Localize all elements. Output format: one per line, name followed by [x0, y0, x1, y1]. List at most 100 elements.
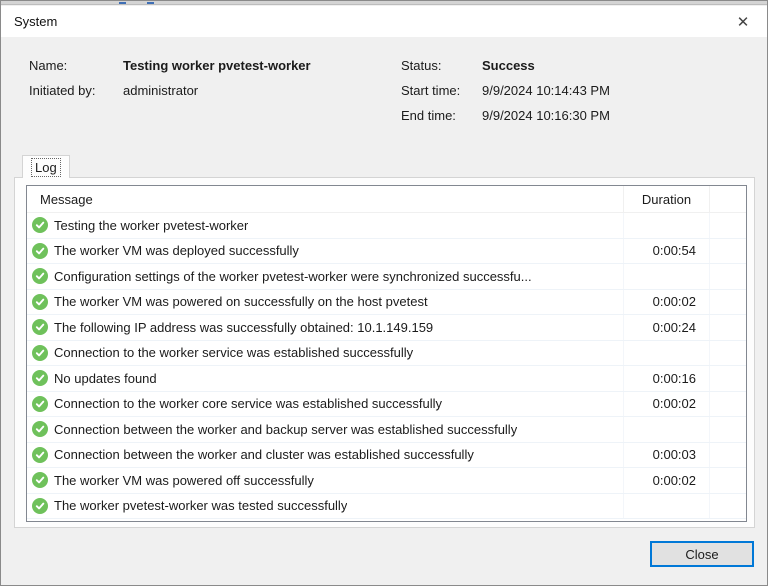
row-filler: [710, 290, 746, 315]
tab-log[interactable]: Log: [22, 155, 70, 178]
success-icon: [32, 345, 48, 361]
row-filler: [710, 239, 746, 264]
log-message: Configuration settings of the worker pve…: [54, 269, 532, 284]
close-icon[interactable]: ✕: [719, 6, 767, 37]
end-time-label: End time:: [401, 108, 456, 123]
message-cell: Configuration settings of the worker pve…: [27, 264, 624, 289]
success-icon: [32, 268, 48, 284]
row-filler: [710, 494, 746, 519]
log-duration: 0:00:16: [624, 366, 710, 391]
log-duration: 0:00:24: [624, 315, 710, 340]
table-row[interactable]: The worker pvetest-worker was tested suc…: [27, 494, 746, 520]
success-icon: [32, 421, 48, 437]
log-duration: [624, 417, 710, 442]
background-window-sliver: [1, 1, 767, 5]
session-summary: Name: Testing worker pvetest-worker Init…: [1, 37, 767, 147]
table-row[interactable]: Connection to the worker service was est…: [27, 341, 746, 367]
message-cell: Connection between the worker and backup…: [27, 417, 624, 442]
row-filler: [710, 366, 746, 391]
log-tab-page: Message Duration Testing the worker pvet…: [14, 177, 755, 528]
column-header-message[interactable]: Message: [27, 186, 624, 212]
table-row[interactable]: Connection between the worker and backup…: [27, 417, 746, 443]
log-message: The worker VM was powered on successfull…: [54, 294, 428, 309]
close-button[interactable]: Close: [650, 541, 754, 567]
message-cell: The worker VM was powered on successfull…: [27, 290, 624, 315]
name-value: Testing worker pvetest-worker: [123, 58, 311, 73]
message-cell: Connection to the worker core service wa…: [27, 392, 624, 417]
message-cell: Connection to the worker service was est…: [27, 341, 624, 366]
message-cell: The worker VM was deployed successfully: [27, 239, 624, 264]
success-icon: [32, 217, 48, 233]
success-icon: [32, 294, 48, 310]
row-filler: [710, 213, 746, 238]
log-message: Connection between the worker and cluste…: [54, 447, 474, 462]
log-message: Testing the worker pvetest-worker: [54, 218, 248, 233]
log-duration: [624, 494, 710, 519]
log-message: The worker VM was deployed successfully: [54, 243, 299, 258]
success-icon: [32, 396, 48, 412]
table-row[interactable]: The worker VM was powered on successfull…: [27, 290, 746, 316]
log-duration: [624, 341, 710, 366]
log-duration: 0:00:03: [624, 443, 710, 468]
log-message: The worker VM was powered off successful…: [54, 473, 314, 488]
sliver-mark: [147, 2, 154, 4]
initiated-value: administrator: [123, 83, 198, 98]
status-label: Status:: [401, 58, 441, 73]
table-body: Testing the worker pvetest-worker The wo…: [27, 213, 746, 519]
name-label: Name:: [29, 58, 67, 73]
log-duration: 0:00:54: [624, 239, 710, 264]
start-time-label: Start time:: [401, 83, 460, 98]
row-filler: [710, 392, 746, 417]
row-filler: [710, 315, 746, 340]
success-icon: [32, 447, 48, 463]
title-bar: System ✕: [1, 6, 767, 37]
end-time-value: 9/9/2024 10:16:30 PM: [482, 108, 610, 123]
success-icon: [32, 243, 48, 259]
table-row[interactable]: The following IP address was successfull…: [27, 315, 746, 341]
message-cell: The following IP address was successfull…: [27, 315, 624, 340]
log-duration: 0:00:02: [624, 392, 710, 417]
log-duration: [624, 264, 710, 289]
system-dialog: System ✕ Name: Testing worker pvetest-wo…: [0, 0, 768, 586]
log-message: The worker pvetest-worker was tested suc…: [54, 498, 347, 513]
log-message: No updates found: [54, 371, 157, 386]
row-filler: [710, 341, 746, 366]
log-duration: [624, 213, 710, 238]
log-duration: 0:00:02: [624, 290, 710, 315]
table-row[interactable]: Testing the worker pvetest-worker: [27, 213, 746, 239]
log-message: The following IP address was successfull…: [54, 320, 433, 335]
table-row[interactable]: Configuration settings of the worker pve…: [27, 264, 746, 290]
table-row[interactable]: The worker VM was powered off successful…: [27, 468, 746, 494]
success-icon: [32, 498, 48, 514]
row-filler: [710, 264, 746, 289]
log-table: Message Duration Testing the worker pvet…: [26, 185, 747, 522]
window-title: System: [14, 14, 57, 29]
success-icon: [32, 472, 48, 488]
log-duration: 0:00:02: [624, 468, 710, 493]
row-filler: [710, 443, 746, 468]
tab-log-label: Log: [32, 159, 60, 176]
column-header-duration[interactable]: Duration: [624, 186, 710, 212]
success-icon: [32, 370, 48, 386]
message-cell: Connection between the worker and cluste…: [27, 443, 624, 468]
message-cell: No updates found: [27, 366, 624, 391]
log-message: Connection to the worker core service wa…: [54, 396, 442, 411]
row-filler: [710, 468, 746, 493]
log-message: Connection to the worker service was est…: [54, 345, 413, 360]
message-cell: The worker VM was powered off successful…: [27, 468, 624, 493]
start-time-value: 9/9/2024 10:14:43 PM: [482, 83, 610, 98]
table-header-row: Message Duration: [27, 186, 746, 213]
sliver-mark: [119, 2, 126, 4]
message-cell: The worker pvetest-worker was tested suc…: [27, 494, 624, 519]
table-row[interactable]: No updates found 0:00:16: [27, 366, 746, 392]
table-row[interactable]: Connection to the worker core service wa…: [27, 392, 746, 418]
status-value: Success: [482, 58, 535, 73]
row-filler: [710, 417, 746, 442]
log-message: Connection between the worker and backup…: [54, 422, 517, 437]
column-header-filler: [710, 186, 746, 212]
message-cell: Testing the worker pvetest-worker: [27, 213, 624, 238]
success-icon: [32, 319, 48, 335]
table-row[interactable]: The worker VM was deployed successfully …: [27, 239, 746, 265]
initiated-label: Initiated by:: [29, 83, 96, 98]
table-row[interactable]: Connection between the worker and cluste…: [27, 443, 746, 469]
